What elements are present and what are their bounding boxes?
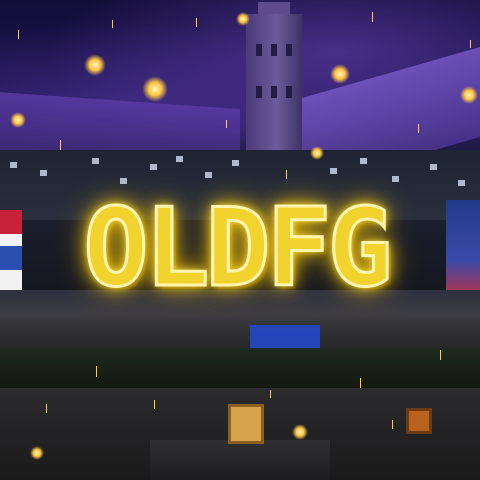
firework-burst (84, 54, 106, 76)
lit-window (232, 160, 239, 166)
pumpkin-block (406, 408, 432, 434)
firework-burst (330, 64, 350, 84)
lit-window (92, 158, 99, 164)
firework-burst (460, 86, 478, 104)
lit-window (176, 156, 183, 162)
hedge-row (0, 348, 480, 388)
title-logo: OLDFG (30, 186, 442, 311)
spark (392, 420, 393, 429)
tower-window (256, 44, 262, 56)
lit-window (360, 158, 367, 164)
blue-carpet (250, 325, 320, 349)
spark (46, 404, 47, 413)
spark (440, 350, 441, 360)
lit-window (392, 176, 399, 182)
spark (360, 378, 361, 388)
firework-burst (292, 424, 308, 440)
firework-burst (142, 76, 168, 102)
lit-window (10, 162, 17, 168)
stone-path (150, 440, 330, 480)
tower-window (271, 86, 277, 98)
lit-window (330, 168, 337, 174)
spark (112, 20, 113, 28)
lit-window (40, 170, 47, 176)
tower-window (256, 86, 262, 98)
tower-window (286, 44, 292, 56)
logo-text: OLDFG (82, 186, 394, 311)
tower-window (271, 44, 277, 56)
spark (60, 140, 61, 150)
flag-banner-left (0, 210, 22, 290)
spark (226, 120, 227, 128)
spark (418, 124, 419, 133)
firework-burst (30, 446, 44, 460)
game-scene: OLDFG (0, 0, 480, 480)
lit-window (430, 164, 437, 170)
spark (18, 30, 19, 39)
lit-window (120, 178, 127, 184)
lantern-block (228, 404, 264, 444)
lit-window (150, 164, 157, 170)
firework-burst (10, 112, 26, 128)
spark (270, 390, 271, 398)
firework-burst (236, 12, 250, 26)
flag-banner-right (446, 200, 480, 300)
spark (470, 40, 471, 48)
lit-window (205, 172, 212, 178)
spark (286, 170, 287, 179)
castle-tower (246, 14, 302, 150)
lit-window (458, 180, 465, 186)
spark (196, 18, 197, 27)
spark (372, 12, 373, 22)
tower-window (286, 86, 292, 98)
spark (96, 366, 97, 377)
firework-burst (310, 146, 324, 160)
spark (154, 400, 155, 409)
